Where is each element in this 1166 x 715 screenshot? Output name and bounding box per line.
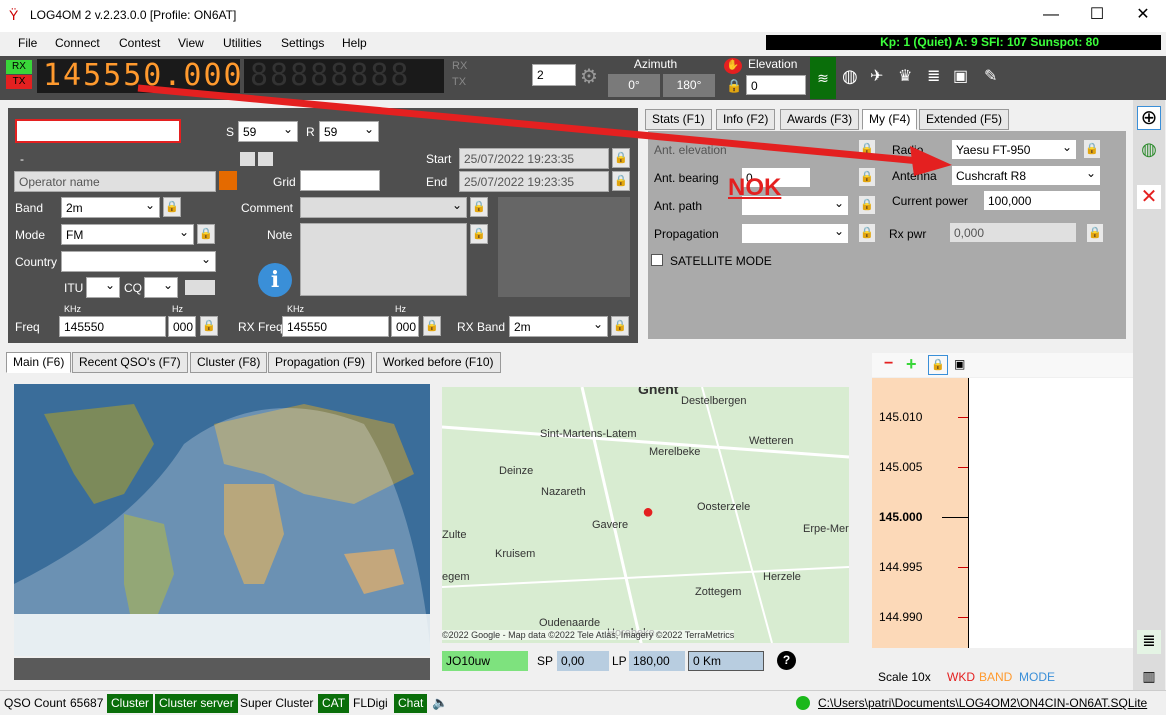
map-place: egem [442, 571, 470, 583]
tab-main[interactable]: Main (F6) [6, 352, 72, 373]
fldigi-status[interactable]: FLDigi [349, 694, 392, 713]
map-place: Wetteren [749, 435, 794, 447]
db-status-icon [796, 696, 810, 710]
add-icon[interactable]: ⊕ [1137, 106, 1161, 130]
lp-value: 180,00 [629, 651, 685, 671]
map-place: Deinze [499, 465, 534, 477]
map-place: Erpe-Mer [803, 523, 849, 535]
sp-label: SP [537, 654, 554, 668]
list-icon[interactable]: ≣ [1137, 630, 1161, 654]
chart-icon[interactable]: ▥ [1137, 664, 1161, 688]
freq-tick: 145.000 [879, 510, 923, 524]
map-copyright: ©2022 Google - Map data ©2022 Tele Atlas… [442, 630, 735, 640]
map-place: Kruisem [495, 548, 536, 560]
lock-icon[interactable]: 🔒 [928, 355, 948, 375]
cluster-status[interactable]: Cluster [107, 694, 154, 713]
map-place: Destelbergen [681, 395, 747, 407]
tick-mark [958, 417, 968, 418]
qso-count-label: QSO Count [4, 696, 67, 710]
map-place: Merelbeke [649, 446, 701, 458]
world-map[interactable] [14, 384, 430, 656]
location-pin-icon: ● [642, 501, 655, 523]
freq-tick: 145.010 [879, 410, 923, 424]
map-place: Gavere [592, 519, 629, 531]
bandmap-axis [968, 378, 969, 648]
local-map[interactable]: Ghent Destelbergen Sint-Martens-Latem Me… [442, 387, 849, 643]
arrow-head [910, 146, 952, 176]
locator-field: JO10uw [442, 651, 528, 671]
zoom-out-icon[interactable]: − [884, 355, 893, 373]
zoom-in-icon[interactable]: + [906, 354, 917, 375]
tab-propagation[interactable]: Propagation (F9) [268, 352, 373, 373]
globe-icon[interactable]: ◍ [1137, 137, 1161, 161]
map-place: Sint-Martens-Latem [540, 428, 637, 440]
bottom-tabs: Main (F6) Recent QSO's (F7) Cluster (F8)… [6, 352, 606, 374]
map-place: Oudenaarde [539, 617, 601, 629]
scale-label[interactable]: Scale 10x [878, 670, 931, 684]
delete-icon[interactable]: ✕ [1137, 185, 1161, 209]
bandmap[interactable]: 145.010 145.005 145.000 144.995 144.990 [872, 378, 1133, 648]
tick-mark [958, 567, 968, 568]
tick-mark [958, 467, 968, 468]
map-place: Zulte [442, 529, 467, 541]
lp-label: LP [612, 654, 627, 668]
cat-status[interactable]: CAT [318, 694, 350, 713]
map-place: Ghent [638, 387, 679, 397]
map-place: Oosterzele [697, 501, 751, 513]
freq-tick: 144.990 [879, 610, 923, 624]
tick-mark [958, 617, 968, 618]
help-icon[interactable]: ? [777, 651, 796, 670]
world-map-graphic [14, 384, 430, 656]
mode-filter[interactable]: MODE [1019, 670, 1055, 684]
tab-recent-qsos[interactable]: Recent QSO's (F7) [72, 352, 188, 373]
map-place: Zottegem [695, 586, 742, 598]
map-place: Nazareth [541, 486, 586, 498]
wkd-filter[interactable]: WKD [947, 670, 975, 684]
status-bar: QSO Count 65687 Cluster Cluster server S… [0, 690, 1166, 715]
speaker-icon[interactable]: 🔈 [432, 695, 448, 711]
distance-value: 0 Km [688, 651, 764, 671]
freq-tick: 144.995 [879, 560, 923, 574]
sp-value: 0,00 [557, 651, 609, 671]
map-footer [14, 658, 430, 680]
map-place: Herzele [763, 571, 801, 583]
cluster-server-status[interactable]: Cluster server [155, 694, 238, 713]
super-cluster-status[interactable]: Super Cluster [236, 694, 317, 713]
chat-status[interactable]: Chat [394, 694, 428, 713]
db-path[interactable]: C:\Users\patri\Documents\LOG4OM2\ON4CIN-… [814, 694, 1151, 713]
qso-count: 65687 [70, 696, 104, 710]
tab-cluster[interactable]: Cluster (F8) [190, 352, 268, 373]
camera-icon[interactable]: ▣ [954, 357, 965, 371]
band-filter[interactable]: BAND [979, 670, 1012, 684]
tick-mark [942, 517, 968, 518]
tab-worked-before[interactable]: Worked before (F10) [376, 352, 501, 373]
arrow-line [137, 84, 931, 166]
freq-tick: 145.005 [879, 460, 923, 474]
bandmap-toolbar: − + 🔒 ▣ [872, 353, 1133, 377]
